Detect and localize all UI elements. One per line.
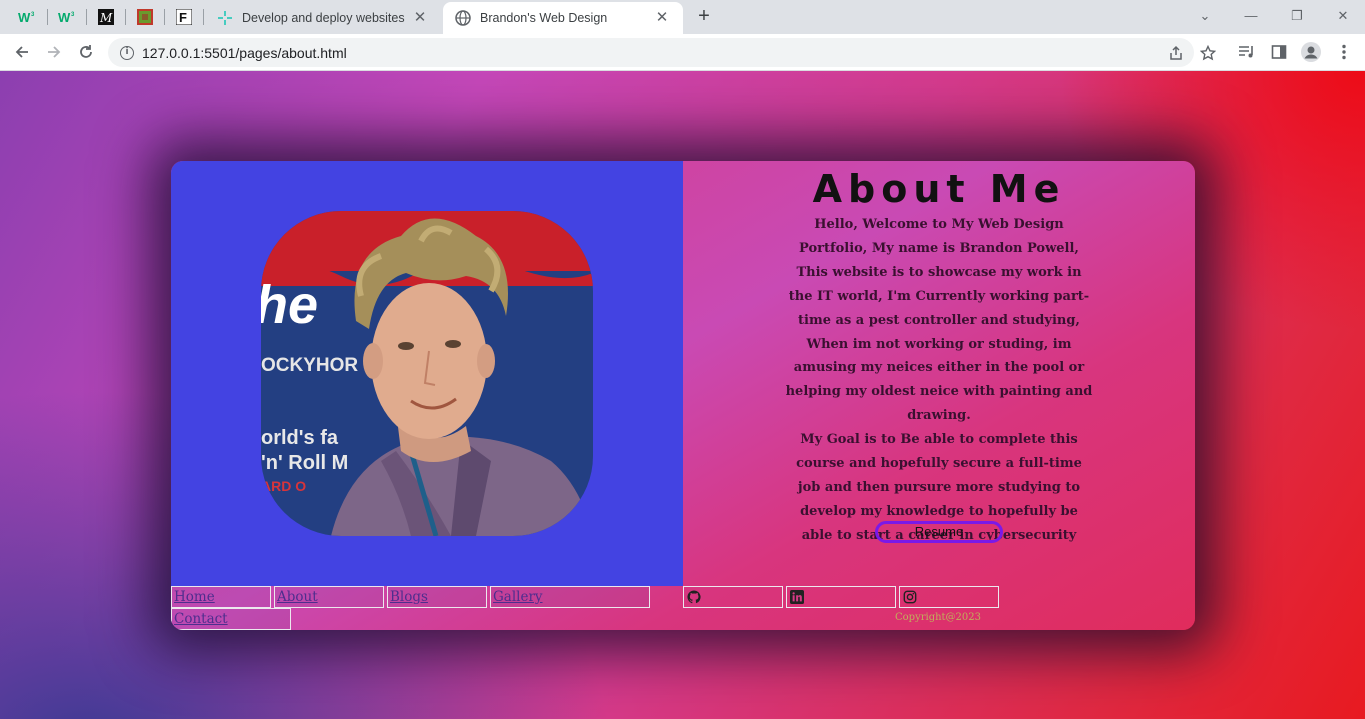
w3schools-pinned-tab-2[interactable]: W3 xyxy=(56,6,78,28)
close-window-icon[interactable]: ✕ xyxy=(1330,4,1356,28)
new-tab-button[interactable]: + xyxy=(693,6,715,28)
svg-text:orld's fa: orld's fa xyxy=(261,427,339,449)
nav-home-link[interactable]: Home xyxy=(171,586,271,608)
about-text-block: Hello, Welcome to My Web Design Portfoli… xyxy=(783,213,1095,548)
svg-text:3: 3 xyxy=(31,12,35,18)
minimize-icon[interactable]: — xyxy=(1238,4,1264,28)
nav-gallery-link[interactable]: Gallery xyxy=(490,586,650,608)
tab-separator xyxy=(86,9,87,25)
svg-text:ARD O: ARD O xyxy=(261,478,306,494)
tab-separator xyxy=(164,9,165,25)
url-text[interactable]: 127.0.0.1:5501/pages/about.html xyxy=(142,45,347,61)
back-arrow-icon xyxy=(15,46,28,58)
github-link[interactable] xyxy=(683,586,783,608)
address-bar[interactable]: i 127.0.0.1:5501/pages/about.html xyxy=(108,38,1216,67)
svg-text:3: 3 xyxy=(71,12,75,18)
globe-icon xyxy=(455,10,471,26)
tab-brandons-web-design[interactable]: Brandon's Web Design ✕ xyxy=(443,2,683,34)
w3schools-pinned-tab[interactable]: W3 xyxy=(16,6,38,28)
nav-blogs-link[interactable]: Blogs xyxy=(387,586,487,608)
svg-text:W: W xyxy=(18,10,31,24)
about-card: he OCKYHOR orld's fa 'n' Roll M ARD O Ab… xyxy=(171,161,1195,630)
medium-icon: M xyxy=(98,9,114,25)
svg-text:F: F xyxy=(179,10,187,25)
reload-icon xyxy=(80,45,92,58)
w3schools-icon: W3 xyxy=(18,10,35,24)
profile-avatar-icon[interactable] xyxy=(1301,42,1321,62)
tab-search-icon[interactable]: ⌄ xyxy=(1192,4,1218,28)
forward-arrow-icon xyxy=(48,46,61,58)
reload-button[interactable] xyxy=(74,40,98,64)
figma-icon: F xyxy=(176,9,192,25)
resume-button[interactable]: Resume xyxy=(875,521,1003,543)
tab-strip: W3 W3 M F Develop and deploy websites an… xyxy=(0,0,1365,34)
profile-photo: he OCKYHOR orld's fa 'n' Roll M ARD O xyxy=(261,211,593,536)
figma-pinned-tab[interactable]: F xyxy=(173,6,195,28)
media-control-icon[interactable] xyxy=(1237,42,1257,62)
medium-pinned-tab[interactable]: M xyxy=(95,6,117,28)
page-title: About Me xyxy=(812,167,1066,211)
photo-panel: he OCKYHOR orld's fa 'n' Roll M ARD O xyxy=(171,161,683,586)
side-panel-icon[interactable] xyxy=(1269,42,1289,62)
copyright-text: Copyright@2023 xyxy=(895,612,982,623)
browser-menu-icon[interactable] xyxy=(1334,42,1354,62)
tab-netlify[interactable]: Develop and deploy websites and ✕ xyxy=(205,2,441,34)
tab-separator xyxy=(203,9,204,25)
site-info-icon[interactable]: i xyxy=(120,45,134,60)
linkedin-link[interactable] xyxy=(786,586,896,608)
tab-separator xyxy=(125,9,126,25)
tab-title: Brandon's Web Design xyxy=(480,11,608,25)
svg-text:W: W xyxy=(58,10,71,24)
minecraft-pinned-tab[interactable] xyxy=(134,6,156,28)
page-viewport: he OCKYHOR orld's fa 'n' Roll M ARD O Ab… xyxy=(0,71,1365,719)
forward-button[interactable] xyxy=(42,40,66,64)
nav-contact-link[interactable]: Contact xyxy=(171,608,291,630)
github-icon xyxy=(687,590,701,604)
nav-about-link[interactable]: About xyxy=(274,586,384,608)
tab-title: Develop and deploy websites and xyxy=(242,11,405,25)
browser-toolbar: i 127.0.0.1:5501/pages/about.html xyxy=(0,34,1365,71)
svg-text:OCKYHOR: OCKYHOR xyxy=(261,355,358,376)
tab-separator xyxy=(47,9,48,25)
svg-text:'n' Roll M: 'n' Roll M xyxy=(261,452,348,474)
w3schools-icon: W3 xyxy=(58,10,75,24)
svg-text:M: M xyxy=(99,11,113,25)
svg-text:he: he xyxy=(261,275,318,335)
instagram-link[interactable] xyxy=(899,586,999,608)
close-tab-icon[interactable]: ✕ xyxy=(653,9,671,27)
linkedin-icon xyxy=(790,590,804,604)
close-tab-icon[interactable]: ✕ xyxy=(411,9,429,27)
bookmark-star-icon[interactable] xyxy=(1199,44,1217,62)
restore-icon[interactable]: ❐ xyxy=(1284,4,1310,28)
instagram-icon xyxy=(903,590,917,604)
intro-paragraph: Hello, Welcome to My Web Design Portfoli… xyxy=(785,217,1093,424)
back-button[interactable] xyxy=(10,40,34,64)
netlify-icon xyxy=(218,11,232,25)
share-icon[interactable] xyxy=(1167,44,1185,62)
minecraft-icon xyxy=(137,9,153,25)
